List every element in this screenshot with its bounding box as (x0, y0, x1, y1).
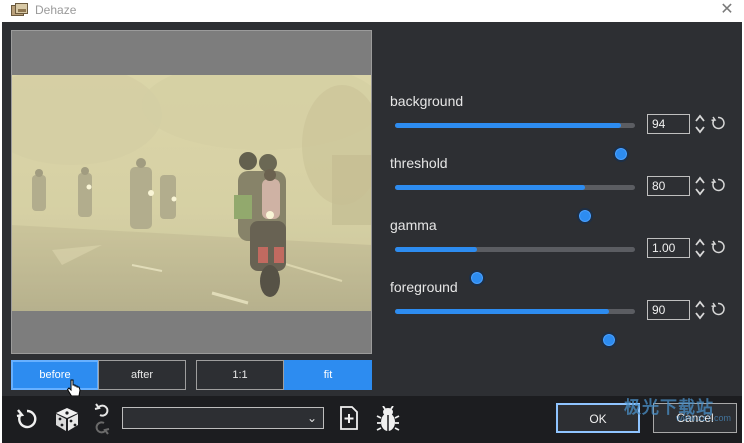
value-input[interactable] (647, 300, 690, 320)
close-icon[interactable]: ✕ (716, 0, 738, 20)
watermark-url: www.xz7.com (676, 413, 732, 423)
add-preset-icon[interactable] (339, 406, 359, 430)
undo-icon[interactable] (94, 402, 110, 418)
after-button[interactable]: after (98, 360, 186, 390)
bug-icon[interactable] (376, 406, 400, 432)
spin-arrows-icon[interactable] (694, 237, 706, 259)
param-label: gamma (390, 217, 437, 233)
zoom-1to1-button[interactable]: 1:1 (196, 360, 284, 390)
param-background: background (389, 93, 739, 162)
value-input[interactable] (647, 238, 690, 258)
preset-dropdown[interactable]: ⌄ (122, 407, 324, 429)
value-input[interactable] (647, 114, 690, 134)
slider-track[interactable] (395, 309, 635, 348)
spin-arrows-icon[interactable] (694, 113, 706, 135)
param-gamma: gamma (389, 217, 739, 286)
param-threshold: threshold (389, 155, 739, 224)
value-input[interactable] (647, 176, 690, 196)
redo-icon[interactable] (94, 420, 110, 436)
slider-thumb[interactable] (601, 332, 617, 348)
reset-value-icon[interactable] (710, 301, 726, 317)
reset-value-icon[interactable] (710, 177, 726, 193)
slider-fill (395, 123, 621, 128)
chevron-down-icon: ⌄ (306, 411, 317, 425)
random-dice-icon[interactable] (54, 406, 80, 432)
slider-fill (395, 247, 477, 252)
title-bar: Dehaze ✕ (0, 0, 744, 22)
slider-track[interactable] (395, 247, 635, 286)
param-label: foreground (390, 279, 458, 295)
reset-icon[interactable] (15, 407, 39, 431)
spin-arrows-icon[interactable] (694, 299, 706, 321)
spin-arrows-icon[interactable] (694, 175, 706, 197)
window-title: Dehaze (35, 3, 77, 17)
image-preview[interactable] (11, 30, 372, 354)
slider-track[interactable] (395, 185, 635, 224)
param-label: background (390, 93, 464, 109)
slider-track[interactable] (395, 123, 635, 162)
slider-fill (395, 185, 585, 190)
slider-fill (395, 309, 609, 314)
preview-photo (12, 75, 371, 311)
app-icon (11, 3, 28, 17)
before-button[interactable]: before (11, 360, 99, 390)
reset-value-icon[interactable] (710, 239, 726, 255)
reset-value-icon[interactable] (710, 115, 726, 131)
param-label: threshold (390, 155, 448, 171)
zoom-fit-button[interactable]: fit (284, 360, 372, 390)
dialog-body: background threshold gamma foreground be… (2, 22, 742, 443)
param-foreground: foreground (389, 279, 739, 348)
